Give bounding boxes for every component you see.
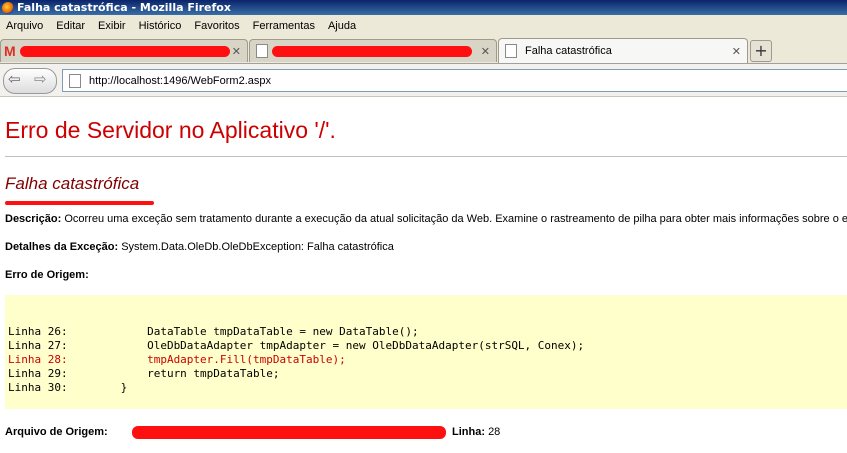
page-icon [256,44,268,58]
page-icon [69,73,81,88]
code-line-error: Linha 28: tmpAdapter.Fill(tmpDataTable); [8,353,346,366]
line-number-row: Linha: 28 [452,426,500,438]
firefox-icon [2,1,14,14]
close-icon[interactable]: ✕ [481,45,490,58]
description-label: Descrição: [5,213,62,225]
description-row: Descrição: Ocorreu uma exceção sem trata… [5,213,847,225]
source-code: Linha 26: DataTable tmpDataTable = new D… [8,325,584,395]
close-icon[interactable]: ✕ [732,45,741,58]
tab-gmail[interactable]: M ✕ [0,39,248,62]
close-icon[interactable]: ✕ [232,45,241,58]
page-content: Erro de Servidor no Aplicativo '/'. Falh… [0,97,847,453]
tab-bar: M ✕ ✕ Falha catastrófica ✕ + [0,37,847,64]
url-text: http://localhost:1496/WebForm2.aspx [89,74,272,87]
url-bar[interactable]: http://localhost:1496/WebForm2.aspx [62,69,847,92]
menu-editar[interactable]: Editar [56,20,85,32]
back-arrow-icon[interactable]: ⇦ [8,70,21,88]
source-error-label: Erro de Origem: [5,269,89,281]
redacted-file-path [132,426,446,439]
menu-bar: Arquivo Editar Exibir Histórico Favorito… [0,15,847,37]
code-line: Linha 30: } [8,381,128,394]
source-error-row: Erro de Origem: [5,269,89,281]
error-title: Falha catastrófica [5,174,140,193]
red-underline-annotation [5,201,154,205]
menu-arquivo[interactable]: Arquivo [6,20,43,32]
gmail-icon: M [4,43,16,59]
page-icon [505,44,517,58]
new-tab-button[interactable]: + [750,40,772,62]
menu-favoritos[interactable]: Favoritos [194,20,239,32]
code-line: Linha 29: return tmpDataTable; [8,367,280,380]
menu-historico[interactable]: Histórico [139,20,182,32]
code-line: Linha 26: DataTable tmpDataTable = new D… [8,325,419,338]
source-code-box: Linha 26: DataTable tmpDataTable = new D… [5,295,847,409]
description-text: Ocorreu uma exceção sem tratamento duran… [64,213,847,225]
exception-label: Detalhes da Exceção: [5,241,119,253]
exception-row: Detalhes da Exceção: System.Data.OleDb.O… [5,241,394,253]
menu-ajuda[interactable]: Ajuda [328,20,356,32]
menu-ferramentas[interactable]: Ferramentas [253,20,315,32]
back-forward-buttons: ⇦ ⇨ [3,68,57,94]
line-label: Linha: [452,426,485,438]
forward-arrow-icon[interactable]: ⇨ [34,70,47,88]
tab-second[interactable]: ✕ [249,39,497,62]
window-title: Falha catastrófica - Mozilla Firefox [17,1,231,14]
redacted-tab-title [19,45,230,57]
tab-falha[interactable]: Falha catastrófica ✕ [498,38,748,63]
line-value: 28 [488,426,501,438]
page-title: Erro de Servidor no Aplicativo '/'. [5,117,336,143]
window-title-bar: Falha catastrófica - Mozilla Firefox [0,0,847,15]
divider [5,156,847,157]
code-line: Linha 27: OleDbDataAdapter tmpAdapter = … [8,339,585,352]
tab-label: Falha catastrófica [525,45,612,57]
exception-text: System.Data.OleDb.OleDbException: Falha … [121,241,394,253]
source-file-label: Arquivo de Origem: [5,426,108,438]
menu-exibir[interactable]: Exibir [98,20,126,32]
navigation-bar: ⇦ ⇨ http://localhost:1496/WebForm2.aspx [0,64,847,97]
redacted-tab-title [272,45,472,57]
source-file-row: Arquivo de Origem: [5,426,108,438]
